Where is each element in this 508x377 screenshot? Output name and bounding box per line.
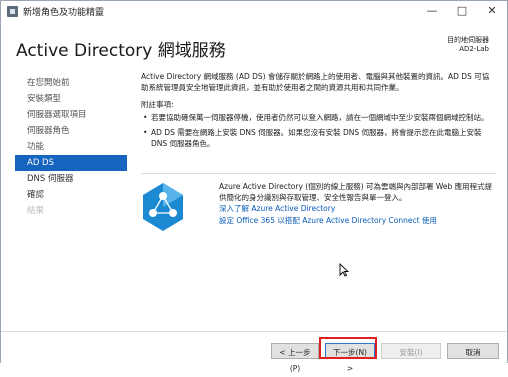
nav-item-installation-type[interactable]: 安裝類型	[15, 91, 127, 107]
page-title: Active Directory 網域服務	[16, 41, 226, 61]
ad-ds-description: Active Directory 網域服務 (AD DS) 會儲存關於網路上的使…	[141, 72, 490, 92]
destination-server: 目的地伺服器 AD2-Lab	[447, 36, 489, 54]
nav-item-results: 結果	[27, 206, 45, 216]
note-item: AD DS 需要在網路上安裝 DNS 伺服器。如果您沒有安裝 DNS 伺服器，將…	[141, 127, 496, 149]
nav-item-dns-server[interactable]: DNS 伺服器	[15, 171, 127, 187]
maximize-button[interactable]: □	[447, 1, 477, 21]
window-title: 新增角色及功能精靈	[23, 8, 105, 18]
destination-server-name: AD2-Lab	[459, 45, 489, 53]
title-bar: 新增角色及功能精靈 — □ ✕	[1, 1, 507, 23]
cancel-button[interactable]: 取消	[447, 343, 499, 359]
configure-office365-link[interactable]: 設定 Office 365 以搭配 Azure Active Directory…	[219, 215, 494, 227]
install-button: 安裝(I)	[381, 343, 441, 359]
note-item: 若要協助確保萬一伺服器停機，使用者仍然可以登入網路，請在一個網域中至少安裝兩個網…	[141, 112, 496, 123]
wizard-footer: < 上一步(P) 下一步(N) > 安裝(I) 取消	[1, 331, 507, 373]
page-header: Active Directory 網域服務 目的地伺服器 AD2-Lab	[1, 23, 507, 68]
azure-ad-section: Azure Active Directory (個別的線上服務) 可為雲端與內部…	[141, 173, 496, 243]
content-pane: Active Directory 網域服務 (AD DS) 會儲存關於網路上的使…	[141, 71, 496, 153]
minimize-button[interactable]: —	[417, 1, 447, 21]
nav-item-before-you-begin[interactable]: 在您開始前	[15, 75, 127, 91]
notes-list: 若要協助確保萬一伺服器停機，使用者仍然可以登入網路，請在一個網域中至少安裝兩個網…	[141, 112, 496, 149]
learn-more-azure-ad-link[interactable]: 深入了解 Azure Active Directory	[219, 203, 494, 215]
mouse-cursor-icon	[339, 263, 349, 277]
notes-heading: 附註事項:	[141, 100, 174, 109]
nav-item-server-selection[interactable]: 伺服器選取項目	[15, 107, 127, 123]
wizard-nav: 在您開始前 安裝類型 伺服器選取項目 伺服器角色 功能 AD DS DNS 伺服…	[15, 75, 127, 219]
nav-item-confirmation[interactable]: 確認	[15, 187, 127, 203]
destination-server-label: 目的地伺服器	[447, 36, 489, 44]
nav-item-features[interactable]: 功能	[15, 139, 127, 155]
previous-button[interactable]: < 上一步(P)	[271, 343, 319, 373]
azure-ad-description: Azure Active Directory (個別的線上服務) 可為雲端與內部…	[219, 182, 493, 202]
azure-ad-text-block: Azure Active Directory (個別的線上服務) 可為雲端與內部…	[219, 181, 494, 227]
azure-active-directory-icon	[143, 183, 183, 231]
close-button[interactable]: ✕	[477, 1, 507, 21]
nav-item-server-roles[interactable]: 伺服器角色	[15, 123, 127, 139]
section-divider	[141, 173, 496, 174]
nav-item-ad-ds[interactable]: AD DS	[15, 155, 127, 171]
wizard-window: 新增角色及功能精靈 — □ ✕ Active Directory 網域服務 目的…	[0, 0, 508, 373]
next-button-highlight	[319, 337, 377, 359]
server-manager-icon	[7, 6, 18, 17]
